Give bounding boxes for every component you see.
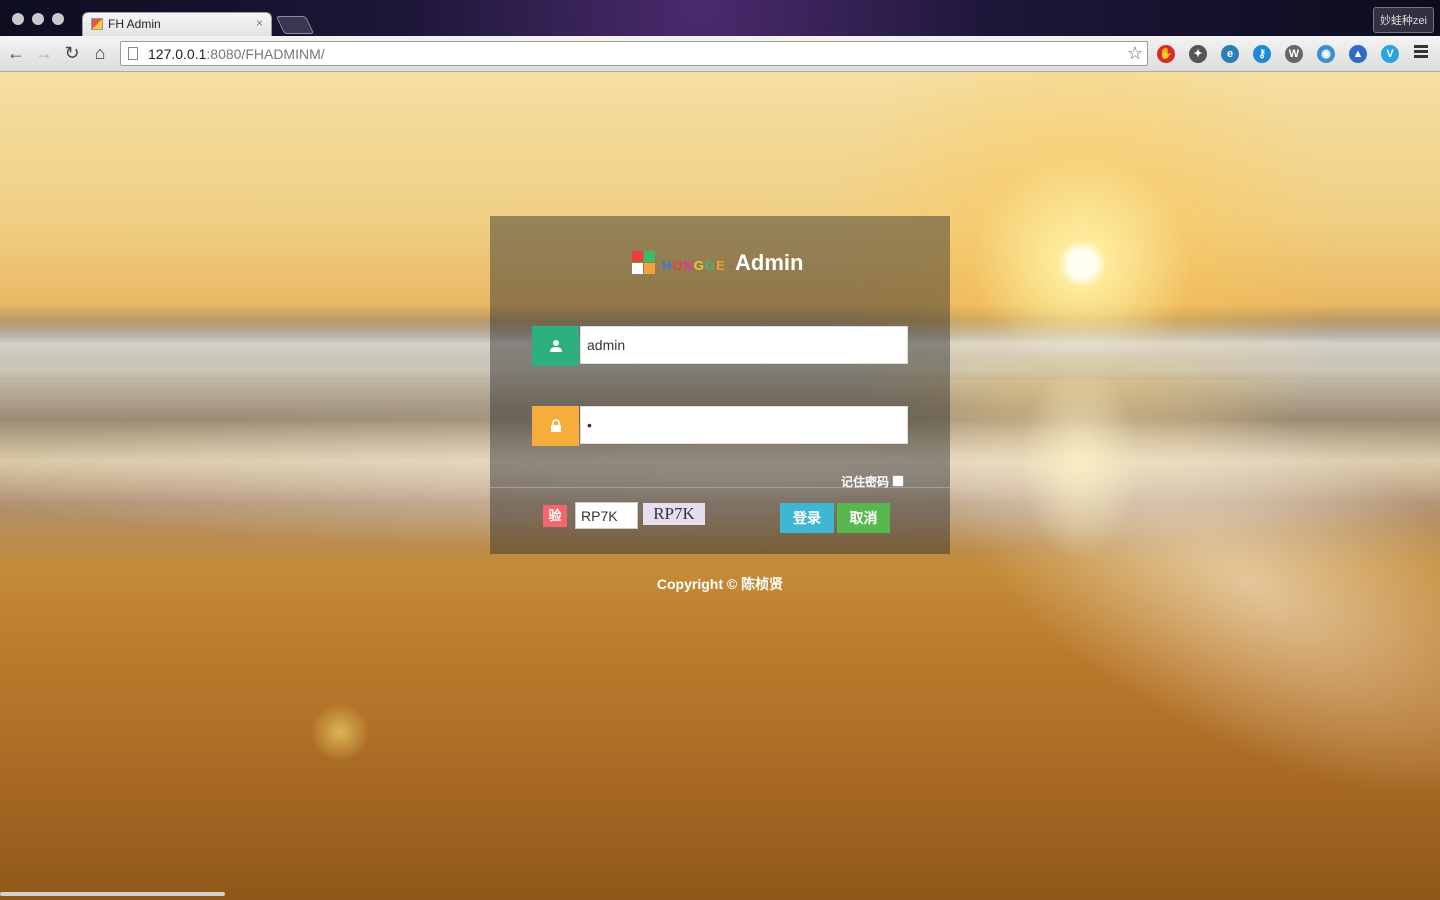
graduate-cap-icon[interactable]: ▲: [1349, 45, 1367, 63]
sun-glare-decoration: [1020, 362, 1140, 562]
address-bar[interactable]: 127.0.0.1:8080/FHADMINM/ ☆: [120, 41, 1148, 66]
logo-letter: O: [672, 258, 684, 273]
camera-icon[interactable]: ◉: [1317, 45, 1335, 63]
window-zoom-button[interactable]: [52, 13, 64, 25]
login-button[interactable]: 登录: [780, 503, 834, 533]
captcha-input[interactable]: [575, 502, 638, 529]
login-panel: HONGGE Admin 记住密码: [490, 216, 950, 554]
tab-favicon-icon: [91, 18, 103, 30]
logo-letter: N: [683, 258, 694, 273]
tab-close-icon[interactable]: ×: [256, 16, 263, 30]
menu-icon[interactable]: [1414, 45, 1428, 60]
horizontal-scrollbar[interactable]: [0, 892, 225, 896]
copyright-text: Copyright © 陈桢贤: [656, 576, 784, 592]
window-minimize-button[interactable]: [32, 13, 44, 25]
page-background: HONGGE Admin 记住密码: [0, 72, 1440, 900]
back-icon[interactable]: ←: [6, 43, 26, 63]
logo-title: Admin: [735, 250, 804, 275]
url-path: :8080/FHADMINM/: [206, 46, 325, 62]
reload-icon[interactable]: ↻: [62, 43, 82, 63]
user-addon: [532, 326, 579, 366]
username-field: [532, 326, 908, 366]
tab-title: FH Admin: [108, 17, 161, 31]
logo-letter: H: [662, 258, 673, 273]
captcha-badge: 验: [543, 505, 567, 527]
logo-brand-text: HONGGE: [662, 258, 726, 273]
username-input[interactable]: [580, 326, 908, 364]
satellite-icon[interactable]: ✦: [1189, 45, 1207, 63]
home-icon[interactable]: ⌂: [90, 43, 110, 63]
logo-mark-icon: [632, 251, 656, 275]
logo-letter: E: [716, 258, 726, 273]
new-tab-button[interactable]: [275, 16, 315, 34]
remember-password-checkbox[interactable]: [892, 475, 904, 487]
captcha-image[interactable]: RP7K: [643, 503, 705, 525]
w-icon[interactable]: W: [1285, 45, 1303, 63]
key-icon[interactable]: ⚷: [1253, 45, 1271, 63]
password-input[interactable]: [580, 406, 908, 444]
user-icon: [550, 340, 562, 352]
browser-titlebar: FH Admin × 妙蛙种zei: [0, 0, 1440, 36]
v-icon[interactable]: V: [1381, 45, 1399, 63]
logo: HONGGE Admin: [632, 250, 832, 276]
lock-addon: [532, 406, 579, 446]
logo-letter: G: [705, 258, 717, 273]
adblock-icon[interactable]: ✋: [1157, 45, 1175, 63]
lens-flare-decoration: [310, 702, 370, 762]
forward-icon[interactable]: →: [34, 43, 54, 63]
e-icon[interactable]: e: [1221, 45, 1239, 63]
bookmark-star-icon[interactable]: ☆: [1127, 43, 1143, 64]
window-close-button[interactable]: [12, 13, 24, 25]
profile-button[interactable]: 妙蛙种zei: [1372, 7, 1434, 33]
divider: [490, 487, 950, 488]
logo-letter: G: [693, 258, 706, 273]
cancel-button[interactable]: 取消: [837, 503, 890, 533]
browser-toolbar: ← → ↻ ⌂ 127.0.0.1:8080/FHADMINM/ ☆ ✋ ✦ e ⚷ W…: [0, 36, 1440, 72]
browser-tab[interactable]: FH Admin ×: [82, 12, 272, 36]
url-host: 127.0.0.1: [148, 46, 207, 62]
password-field: [532, 406, 908, 446]
lock-icon: [551, 419, 561, 432]
url-text[interactable]: 127.0.0.1:8080/FHADMINM/: [148, 46, 325, 62]
page-icon: [128, 47, 138, 60]
